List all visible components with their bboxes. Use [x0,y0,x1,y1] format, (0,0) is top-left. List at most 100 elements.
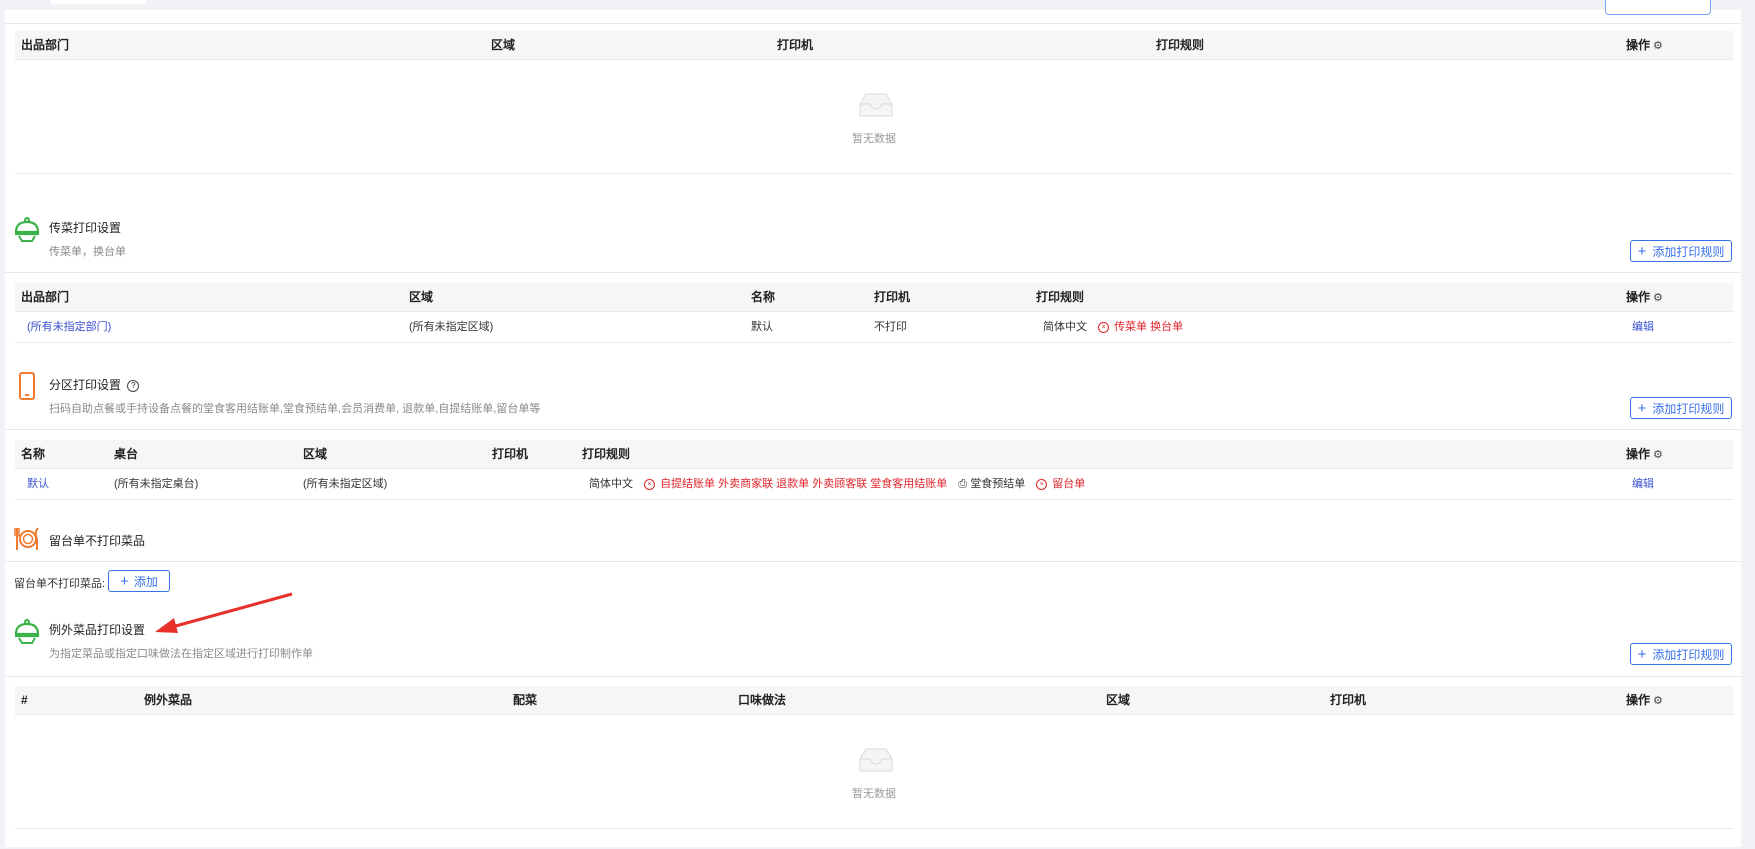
col-area: 区域 [1106,693,1131,707]
table-header: 名称 桌台 区域 打印机 打印规则 操作 ⚙ [15,440,1733,469]
edit-link[interactable]: 编辑 [1632,469,1654,499]
table-header: 出品部门 区域 打印机 打印规则 操作 ⚙ [15,31,1733,60]
zone-print-table: 名称 桌台 区域 打印机 打印规则 操作 ⚙ 默认 (所有未指定桌台) (所有未指… [15,440,1733,500]
table-row: (所有未指定部门) (所有未指定区域) 默认 不打印 简体中文 × 传菜单 换台单… [15,312,1733,343]
col-index: # [21,693,28,707]
gear-icon[interactable]: ⚙ [1653,284,1663,312]
empty-text: 暂无数据 [852,133,896,145]
empty-box-icon [859,93,893,117]
annotation-arrow [155,592,293,633]
section-desc-zone: 扫码自助点餐或手持设备点餐的堂食客用结账单,堂食预结单,会员消费单, 退款单,自… [49,403,541,415]
empty-state: 暂无数据 [15,60,1733,174]
name-link[interactable]: 默认 [27,469,49,499]
rule-cell: 简体中文 × 传菜单 换台单 [1043,312,1183,342]
col-area: 区域 [409,290,434,304]
plus-icon: + [1637,242,1647,260]
lang-text: 简体中文 [589,478,633,490]
plus-icon: + [120,572,129,590]
add-dish-label: 添加 [133,574,158,589]
close-circle-icon: × [1036,479,1048,490]
area-cell: (所有未指定区域) [303,478,388,490]
section-title-zone-text: 分区打印设置 [49,378,122,392]
col-taste: 口味做法 [738,693,787,707]
top-bar [0,0,1755,10]
col-name: 名称 [751,290,776,304]
col-rule: 打印规则 [582,447,631,461]
col-rule: 打印规则 [1156,38,1205,52]
col-action: 操作 ⚙ [1626,440,1663,469]
empty-state: 暂无数据 [15,715,1733,829]
rule-list: 自提结账单 外卖商家联 退款单 外卖顾客联 堂食客用结账单 [660,478,948,490]
add-rule-button-pass[interactable]: + 添加打印规则 [1630,240,1732,262]
top-add-button[interactable] [1605,0,1711,15]
col-action: 操作 ⚙ [1626,283,1663,312]
lang-text: 简体中文 [1043,321,1087,333]
divider [5,272,1741,273]
active-tab[interactable] [50,0,146,4]
section-desc-except: 为指定菜品或指定口味做法在指定区域进行打印制作单 [49,648,313,660]
dept-link[interactable]: (所有未指定部门) [27,312,111,342]
table-header: 出品部门 区域 名称 打印机 打印规则 操作 ⚙ [15,283,1733,312]
col-area: 区域 [303,447,328,461]
tablet-icon [19,372,35,400]
col-printer: 打印机 [874,290,911,304]
table-cell: (所有未指定桌台) [114,478,199,490]
col-action-label: 操作 [1626,693,1651,707]
pass-print-table: 出品部门 区域 名称 打印机 打印规则 操作 ⚙ (所有未指定部门) (所有未指定… [15,283,1733,343]
serving-cloche-icon [14,619,40,644]
rule-printer-text: 堂食预结单 [970,478,1026,490]
rule-list: 传菜单 换台单 [1114,321,1184,333]
table-header: # 例外菜品 配菜 口味做法 区域 打印机 操作 ⚙ [15,686,1733,715]
exception-print-table: # 例外菜品 配菜 口味做法 区域 打印机 操作 ⚙ [15,686,1733,715]
section-title-zone: 分区打印设置 ? [49,376,140,393]
col-table: 桌台 [114,447,139,461]
rule-cell: 简体中文 × 自提结账单 外卖商家联 退款单 外卖顾客联 堂食客用结账单 ⎙ 堂食… [589,469,1085,499]
add-rule-button-zone[interactable]: + 添加打印规则 [1630,397,1732,419]
gear-icon[interactable]: ⚙ [1653,32,1663,60]
col-action: 操作 ⚙ [1626,686,1663,715]
plus-icon: + [1637,399,1647,417]
col-action: 操作 ⚙ [1626,31,1663,60]
divider [5,676,1741,677]
keep-field-label: 留台单不打印菜品: [14,578,106,590]
rule-list-2: 留台单 [1052,478,1086,490]
serving-cloche-icon [14,217,40,242]
col-dept: 出品部门 [21,38,70,52]
section-title-except: 例外菜品打印设置 [49,623,146,637]
col-dept: 出品部门 [21,290,70,304]
section-desc-pass: 传菜单，换台单 [49,246,126,258]
help-icon[interactable]: ? [127,380,140,392]
col-printer: 打印机 [492,447,529,461]
edit-link[interactable]: 编辑 [1632,312,1654,342]
plate-cutlery-icon [14,527,39,550]
gear-icon[interactable]: ⚙ [1653,687,1663,715]
divider [5,561,1741,562]
table-row: 默认 (所有未指定桌台) (所有未指定区域) 简体中文 × 自提结账单 外卖商家联… [15,469,1733,500]
gear-icon[interactable]: ⚙ [1653,441,1663,469]
add-rule-button-except[interactable]: + 添加打印规则 [1630,643,1732,665]
right-gutter [1741,0,1755,849]
col-printer: 打印机 [1330,693,1367,707]
col-area: 区域 [491,38,516,52]
add-rule-label: 添加打印规则 [1652,647,1725,662]
printer-cell: 不打印 [874,321,907,333]
plus-icon: + [1637,645,1647,663]
printer-icon: ⎙ [958,478,968,490]
col-rule: 打印规则 [1036,290,1085,304]
col-action-label: 操作 [1626,38,1651,52]
add-rule-label: 添加打印规则 [1652,244,1725,259]
add-dish-button[interactable]: + 添加 [108,570,170,592]
close-circle-icon: × [1098,322,1110,333]
add-rule-label: 添加打印规则 [1652,401,1725,416]
section-title-pass: 传菜打印设置 [49,221,122,235]
dept-print-table: 出品部门 区域 打印机 打印规则 操作 ⚙ [15,31,1733,60]
col-dish: 例外菜品 [144,693,193,707]
col-action-label: 操作 [1626,447,1651,461]
col-name: 名称 [21,447,46,461]
empty-box-icon [859,748,893,772]
area-cell: (所有未指定区域) [409,321,494,333]
divider [5,429,1741,430]
close-circle-icon: × [644,479,656,490]
section-title-keep: 留台单不打印菜品 [49,534,146,548]
name-cell: 默认 [751,321,773,333]
